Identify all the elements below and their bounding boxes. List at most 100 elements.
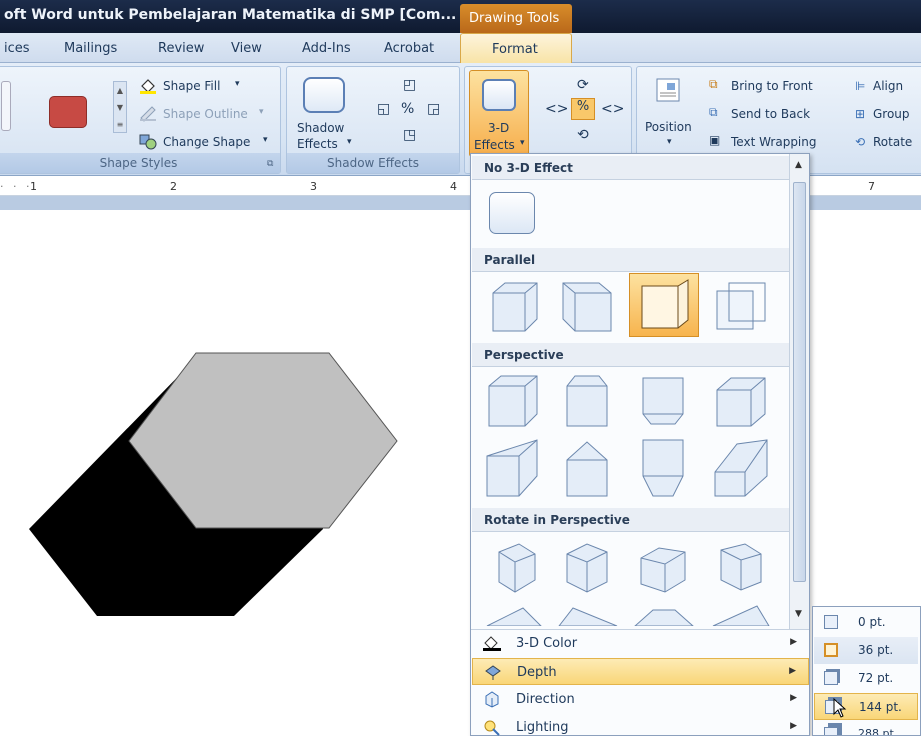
- shadow-on-off-icon[interactable]: %: [401, 101, 414, 117]
- ruler-mark: 7: [868, 180, 875, 193]
- rotate-perspective-preset-8[interactable]: [707, 602, 777, 626]
- paint-bucket-icon: [140, 79, 156, 94]
- style-gallery-edge[interactable]: [1, 81, 11, 131]
- submenu-arrow-icon: ▶: [789, 666, 796, 676]
- depth-option-0pt[interactable]: 0 pt.: [814, 609, 918, 636]
- shadow-effects-label-1[interactable]: Shadow: [297, 121, 344, 135]
- 3d-effects-dropdown: No 3-D Effect Parallel Perspective Rotat…: [470, 153, 810, 736]
- cube-icon: [714, 439, 768, 497]
- rotate-perspective-preset-5[interactable]: [479, 602, 549, 626]
- nudge-shadow-left-icon[interactable]: ◱: [377, 101, 390, 117]
- cube-icon: [716, 282, 766, 330]
- chevron-down-icon[interactable]: ▾: [667, 137, 672, 147]
- ribbon-tab-row: ices Mailings Review View Add-Ins Acroba…: [0, 33, 921, 64]
- shape-style-swatch[interactable]: [49, 96, 87, 128]
- shape-fill-label[interactable]: Shape Fill: [163, 79, 220, 93]
- dialog-launcher-icon[interactable]: ⧉: [267, 159, 273, 169]
- tab-format[interactable]: Format: [460, 33, 572, 64]
- group-shadow-effects: Shadow Effects ▾ ◰ ◱ % ◲ ◳ Shadow Effect…: [286, 66, 460, 174]
- pencil-icon: [140, 106, 156, 122]
- depth-option-label: 72 pt.: [858, 671, 894, 685]
- depth-option-label: 288 pt.: [858, 727, 898, 735]
- tab-acrobat[interactable]: Acrobat: [384, 41, 434, 56]
- rotate-perspective-preset-3[interactable]: [629, 536, 699, 600]
- menu-item-direction[interactable]: Direction ▶: [472, 686, 809, 713]
- tilt-left-icon[interactable]: <>: [545, 101, 568, 117]
- tilt-down-icon[interactable]: ⟲: [577, 127, 589, 143]
- perspective-preset-6[interactable]: [553, 436, 623, 500]
- depth-option-label: 144 pt.: [859, 700, 902, 714]
- title-bar: oft Word untuk Pembelajaran Matematika d…: [0, 0, 921, 33]
- rotate-perspective-preset-1[interactable]: [479, 536, 549, 600]
- tab-review[interactable]: Review: [158, 41, 204, 56]
- nudge-shadow-up-icon[interactable]: ◰: [403, 77, 416, 93]
- cube-icon: [566, 375, 608, 427]
- rotate-perspective-preset-2[interactable]: [553, 536, 623, 600]
- hexagon-3d-shape[interactable]: [0, 210, 470, 736]
- menu-item-3d-color[interactable]: 3-D Color ▶: [472, 630, 809, 657]
- tab-references[interactable]: ices: [4, 41, 30, 56]
- position-label[interactable]: Position: [645, 120, 692, 134]
- rotate-icon: ⟲: [855, 135, 866, 149]
- tab-add-ins[interactable]: Add-Ins: [302, 41, 351, 56]
- tab-mailings[interactable]: Mailings: [64, 41, 117, 56]
- rotate-perspective-preset-6[interactable]: [553, 602, 623, 626]
- rotate-perspective-preset-4[interactable]: [707, 536, 777, 600]
- text-wrapping-label[interactable]: Text Wrapping: [731, 135, 817, 149]
- section-header: No 3-D Effect: [472, 156, 789, 180]
- send-to-back-label[interactable]: Send to Back: [731, 107, 810, 121]
- parallel-preset-3-selected[interactable]: [629, 273, 699, 337]
- rotate-label[interactable]: Rotate: [873, 135, 912, 149]
- scrollbar-thumb[interactable]: [793, 182, 806, 582]
- 3d-effects-button[interactable]: 3-D Effects ▾: [469, 70, 529, 157]
- rotate-perspective-preset-7[interactable]: [629, 602, 699, 626]
- cube-icon: [642, 377, 684, 425]
- nudge-shadow-down-icon[interactable]: ◳: [403, 127, 416, 143]
- tilt-up-icon[interactable]: ⟳: [577, 77, 589, 93]
- gallery-scroll-arrows[interactable]: ▲ ▼ ≡: [113, 81, 127, 133]
- chevron-down-icon[interactable]: ▾: [235, 79, 240, 89]
- chevron-down-icon[interactable]: ▾: [347, 137, 352, 147]
- perspective-preset-7[interactable]: [629, 436, 699, 500]
- group-label-button[interactable]: Group: [873, 107, 910, 121]
- perspective-preset-1[interactable]: [479, 370, 549, 434]
- change-shape-label[interactable]: Change Shape: [163, 135, 250, 149]
- window-title: oft Word untuk Pembelajaran Matematika d…: [4, 7, 457, 23]
- scroll-down-icon[interactable]: ▼: [795, 609, 802, 619]
- perspective-preset-2[interactable]: [553, 370, 623, 434]
- cube-icon: [634, 609, 694, 626]
- chevron-down-icon[interactable]: ▾: [263, 135, 268, 145]
- perspective-preset-8[interactable]: [707, 436, 777, 500]
- perspective-preset-5[interactable]: [479, 436, 549, 500]
- menu-item-depth[interactable]: Depth ▶: [472, 658, 809, 685]
- scroll-up-icon[interactable]: ▲: [795, 160, 802, 170]
- depth-option-72pt[interactable]: 72 pt.: [814, 665, 918, 692]
- menu-item-label: Lighting: [516, 720, 569, 735]
- menu-item-lighting[interactable]: Lighting ▶: [472, 714, 809, 736]
- gallery-scrollbar[interactable]: ▲ ▼: [789, 154, 809, 629]
- 3d-on-off-icon[interactable]: %: [571, 98, 595, 120]
- tilt-right-icon[interactable]: <>: [601, 101, 624, 117]
- parallel-preset-2[interactable]: [553, 275, 623, 339]
- depth-option-144pt-hovered[interactable]: 144 pt.: [814, 693, 918, 720]
- depth-option-288pt[interactable]: 288 pt.: [814, 721, 918, 735]
- cube-icon: [566, 543, 608, 593]
- parallel-preset-1[interactable]: [479, 275, 549, 339]
- shadow-effects-label-2[interactable]: Effects: [297, 137, 338, 151]
- submenu-arrow-icon: ▶: [790, 693, 797, 703]
- align-label[interactable]: Align: [873, 79, 903, 93]
- perspective-preset-3[interactable]: [629, 370, 699, 434]
- depth-square-icon: [824, 727, 838, 735]
- no-3d-effect-item[interactable]: [481, 184, 551, 248]
- cube-icon: [720, 543, 762, 591]
- perspective-preset-4[interactable]: [707, 370, 777, 434]
- group-icon: ⊞: [855, 107, 866, 121]
- bring-to-front-label[interactable]: Bring to Front: [731, 79, 813, 93]
- parallel-preset-4[interactable]: [707, 275, 777, 339]
- nudge-shadow-right-icon[interactable]: ◲: [427, 101, 440, 117]
- cube-icon: [486, 439, 538, 497]
- shadow-effects-icon[interactable]: [303, 77, 345, 113]
- depth-option-36pt-selected[interactable]: 36 pt.: [814, 637, 918, 664]
- change-shape-icon: [139, 134, 157, 150]
- tab-view[interactable]: View: [231, 41, 262, 56]
